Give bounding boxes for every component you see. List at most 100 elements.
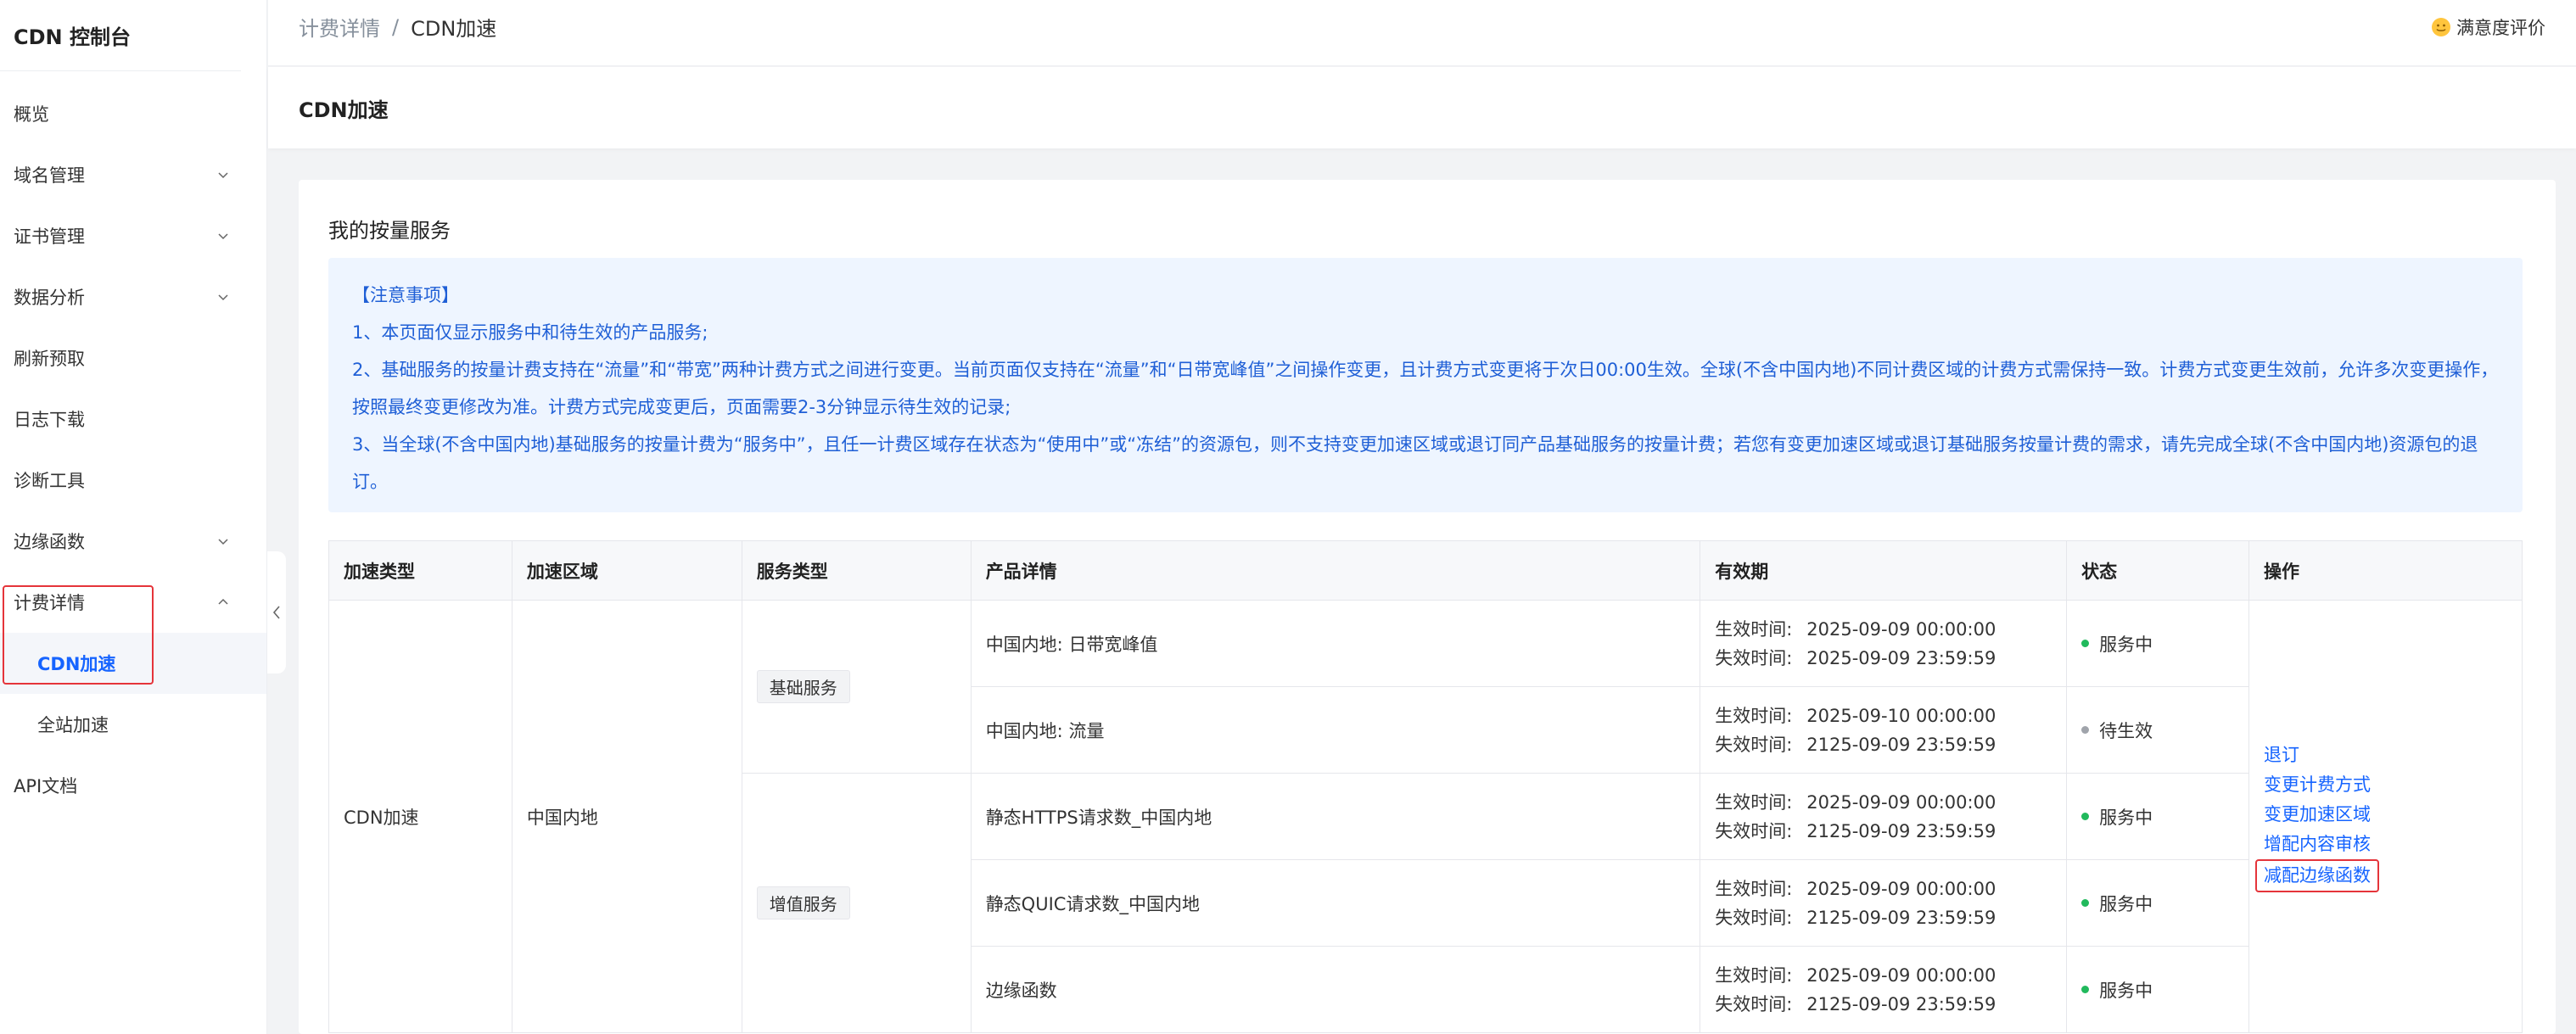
sidebar-item-label: 边缘函数 bbox=[14, 532, 85, 552]
product-cell: 边缘函数 bbox=[970, 946, 1701, 1033]
status-text: 服务中 bbox=[2099, 893, 2153, 914]
status-text: 服务中 bbox=[2099, 980, 2153, 1001]
breadcrumb-item-billing[interactable]: 计费详情 bbox=[299, 12, 380, 42]
product-cell: 静态QUIC请求数_中国内地 bbox=[970, 859, 1701, 947]
sidebar-item-analytics[interactable]: 数据分析 bbox=[0, 266, 266, 327]
column-header: 产品详情 bbox=[970, 540, 1701, 601]
sidebar-item-label: 全站加速 bbox=[37, 715, 109, 735]
column-header: 加速区域 bbox=[511, 540, 742, 601]
product-cell: 中国内地: 流量 bbox=[970, 686, 1701, 774]
chevron-left-icon bbox=[272, 606, 280, 619]
sidebar-item-label: API文档 bbox=[14, 776, 78, 796]
unsubscribe-link[interactable]: 退订 bbox=[2264, 741, 2299, 770]
sidebar-nav: 概览 域名管理 证书管理 数据分析 刷新预取 日志下载 诊断工具 边缘函数 计费… bbox=[0, 71, 266, 816]
breadcrumb-separator: / bbox=[392, 14, 400, 39]
sidebar-item-label: 诊断工具 bbox=[14, 471, 85, 491]
start-time: 2025-09-09 00:00:00 bbox=[1806, 618, 1996, 640]
table-header-row: 加速类型 加速区域 服务类型 产品详情 有效期 状态 操作 bbox=[328, 540, 2523, 601]
sidebar-collapse-button[interactable] bbox=[267, 551, 286, 673]
notice-line-3: 3、当全球(不含中国内地)基础服务的按量计费为“服务中”，且任一计费区域存在状态… bbox=[352, 434, 2478, 492]
table-row: CDN加速 中国内地 基础服务 中国内地: 日带宽峰值 生效时间: 2025-09… bbox=[328, 600, 2523, 1033]
sidebar-item-edge-functions[interactable]: 边缘函数 bbox=[0, 511, 266, 572]
sidebar-item-diagnostics[interactable]: 诊断工具 bbox=[0, 450, 266, 511]
sidebar-item-billing-cdn[interactable]: CDN加速 bbox=[0, 633, 266, 694]
product-cell: 静态HTTPS请求数_中国内地 bbox=[970, 773, 1701, 860]
end-label: 失效时间: bbox=[1715, 820, 1793, 841]
card-title: 我的按量服务 bbox=[328, 219, 451, 243]
start-time: 2025-09-09 00:00:00 bbox=[1806, 878, 1996, 899]
period-cell: 生效时间: 2025-09-09 00:00:00 失效时间: 2125-09-09… bbox=[1700, 773, 2068, 860]
region-cell: 中国内地 bbox=[511, 600, 742, 1033]
sidebar-item-label: 证书管理 bbox=[14, 226, 85, 247]
sidebar-item-billing[interactable]: 计费详情 bbox=[0, 572, 266, 633]
sidebar-item-overview[interactable]: 概览 bbox=[0, 83, 266, 144]
sidebar-item-billing-dcdn[interactable]: 全站加速 bbox=[0, 694, 266, 755]
change-region-link[interactable]: 变更加速区域 bbox=[2264, 800, 2371, 830]
sidebar-item-label: 数据分析 bbox=[14, 288, 85, 308]
status-dot-icon bbox=[2081, 899, 2090, 907]
start-label: 生效时间: bbox=[1715, 878, 1793, 899]
column-header: 服务类型 bbox=[741, 540, 972, 601]
status-text: 服务中 bbox=[2099, 634, 2153, 655]
satisfaction-rating-link[interactable]: 满意度评价 bbox=[2431, 14, 2545, 40]
breadcrumb: 计费详情 / CDN加速 bbox=[299, 12, 496, 42]
reduce-edge-function-link[interactable]: 减配边缘函数 bbox=[2255, 859, 2380, 892]
column-header: 操作 bbox=[2248, 540, 2523, 601]
product-cell: 中国内地: 日带宽峰值 bbox=[970, 600, 1701, 687]
end-time: 2125-09-09 23:59:59 bbox=[1806, 993, 1996, 1014]
end-time: 2125-09-09 23:59:59 bbox=[1806, 820, 1996, 841]
chevron-down-icon bbox=[218, 294, 228, 301]
end-time: 2025-09-09 23:59:59 bbox=[1806, 647, 1996, 668]
sidebar-item-label: 域名管理 bbox=[14, 165, 85, 186]
accel-type-cell: CDN加速 bbox=[328, 600, 512, 1033]
start-time: 2025-09-09 00:00:00 bbox=[1806, 964, 1996, 986]
change-billing-method-link[interactable]: 变更计费方式 bbox=[2264, 770, 2371, 800]
end-label: 失效时间: bbox=[1715, 647, 1793, 668]
sidebar-item-label: CDN加速 bbox=[37, 654, 116, 674]
end-label: 失效时间: bbox=[1715, 734, 1793, 755]
status-dot-icon bbox=[2081, 813, 2090, 820]
sidebar-item-domains[interactable]: 域名管理 bbox=[0, 144, 266, 205]
sidebar-item-label: 刷新预取 bbox=[14, 349, 85, 369]
status-cell: 服务中 bbox=[2066, 773, 2250, 860]
chevron-down-icon bbox=[218, 172, 228, 179]
period-cell: 生效时间: 2025-09-10 00:00:00 失效时间: 2125-09-09… bbox=[1700, 686, 2068, 774]
notice-line-1: 1、本页面仅显示服务中和待生效的产品服务; bbox=[352, 322, 708, 343]
end-label: 失效时间: bbox=[1715, 907, 1793, 928]
start-time: 2025-09-10 00:00:00 bbox=[1806, 705, 1996, 726]
start-time: 2025-09-09 00:00:00 bbox=[1806, 791, 1996, 813]
sidebar-item-label: 概览 bbox=[14, 104, 49, 125]
status-cell: 服务中 bbox=[2066, 600, 2250, 687]
top-bar: 计费详情 / CDN加速 满意度评价 bbox=[268, 0, 2576, 66]
service-type-tag: 增值服务 bbox=[756, 886, 850, 919]
notice-line-2: 2、基础服务的按量计费支持在“流量”和“带宽”两种计费方式之间进行变更。当前页面… bbox=[352, 360, 2499, 417]
start-label: 生效时间: bbox=[1715, 618, 1793, 640]
column-header: 有效期 bbox=[1700, 540, 2068, 601]
app-title: CDN 控制台 bbox=[0, 0, 241, 71]
chevron-down-icon bbox=[218, 233, 228, 240]
sidebar-item-label: 日志下载 bbox=[14, 410, 85, 430]
end-time: 2125-09-09 23:59:59 bbox=[1806, 907, 1996, 928]
start-label: 生效时间: bbox=[1715, 791, 1793, 813]
sidebar-item-label: 计费详情 bbox=[14, 593, 85, 613]
end-time: 2125-09-09 23:59:59 bbox=[1806, 734, 1996, 755]
sidebar-item-certificates[interactable]: 证书管理 bbox=[0, 205, 266, 266]
chevron-up-icon bbox=[218, 598, 228, 605]
notice-heading: 【注意事项】 bbox=[352, 285, 459, 305]
sidebar-item-api-docs[interactable]: API文档 bbox=[0, 755, 266, 816]
breadcrumb-item-current: CDN加速 bbox=[411, 17, 497, 41]
status-dot-icon bbox=[2081, 640, 2090, 647]
sidebar-item-refresh[interactable]: 刷新预取 bbox=[0, 327, 266, 388]
actions-cell: 退订 变更计费方式 变更加速区域 增配内容审核 减配边缘函数 bbox=[2248, 600, 2523, 1033]
start-label: 生效时间: bbox=[1715, 964, 1793, 986]
smiley-icon bbox=[2432, 17, 2450, 36]
add-content-review-link[interactable]: 增配内容审核 bbox=[2264, 830, 2371, 859]
end-label: 失效时间: bbox=[1715, 993, 1793, 1014]
column-header: 加速类型 bbox=[328, 540, 512, 601]
service-type-cell: 基础服务 bbox=[741, 600, 972, 774]
status-dot-icon bbox=[2081, 726, 2090, 734]
sidebar-item-logs[interactable]: 日志下载 bbox=[0, 388, 266, 450]
status-cell: 待生效 bbox=[2066, 686, 2250, 774]
period-cell: 生效时间: 2025-09-09 00:00:00 失效时间: 2125-09-09… bbox=[1700, 859, 2068, 947]
chevron-down-icon bbox=[218, 539, 228, 545]
